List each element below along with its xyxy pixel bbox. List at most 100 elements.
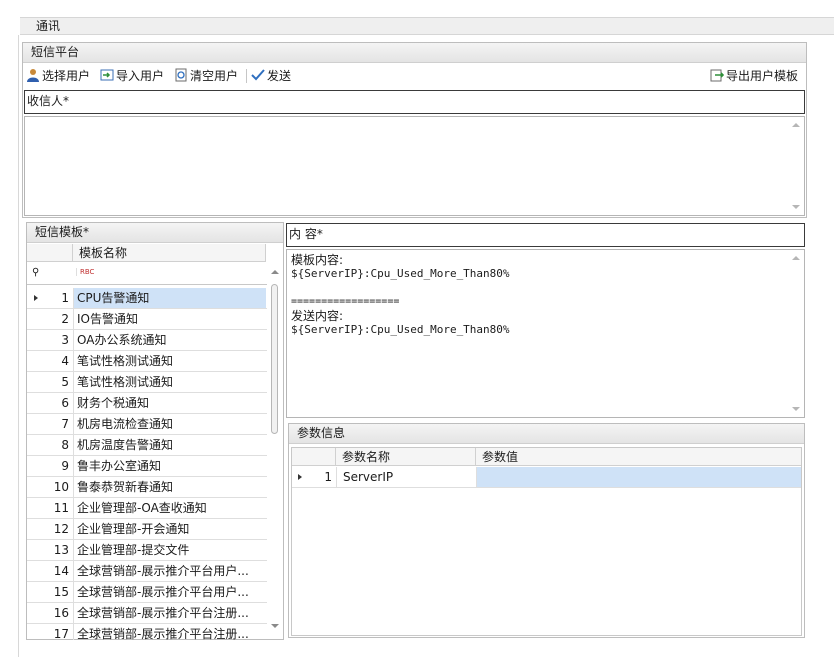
table-row[interactable]: 2 IO告警通知 bbox=[27, 309, 267, 330]
row-number: 3 bbox=[61, 333, 69, 347]
tab-title: 通讯 bbox=[36, 19, 61, 33]
content-divider: ================== bbox=[291, 296, 400, 307]
content-label-box: 内 容* bbox=[286, 223, 805, 247]
export-template-button[interactable]: 导出用户模板 bbox=[710, 64, 798, 88]
table-row[interactable]: 17 全球营销部-展示推介平台注册... bbox=[27, 624, 267, 640]
clear-users-button[interactable]: 清空用户 bbox=[174, 64, 238, 88]
param-value-cell[interactable] bbox=[476, 467, 801, 487]
column-header-param-name[interactable]: 参数名称 bbox=[336, 448, 476, 466]
current-row-arrow-icon bbox=[34, 295, 38, 301]
recipients-label-box: 收信人* bbox=[24, 90, 805, 114]
table-row[interactable]: 8 机房温度告警通知 bbox=[27, 435, 267, 456]
table-row[interactable]: 7 机房电流检查通知 bbox=[27, 414, 267, 435]
row-indicator-icon bbox=[298, 474, 302, 480]
content-label: 内 容* bbox=[289, 227, 323, 241]
table-row[interactable]: 16 全球营销部-展示推介平台注册... bbox=[27, 603, 267, 624]
param-name-header-label: 参数名称 bbox=[342, 450, 391, 464]
import-users-button[interactable]: 导入用户 bbox=[100, 64, 164, 88]
template-name-cell[interactable]: 全球营销部-展示推介平台用户... bbox=[73, 561, 266, 581]
column-header-param-value[interactable]: 参数值 bbox=[476, 448, 801, 466]
scroll-down-icon[interactable] bbox=[271, 624, 279, 628]
templates-scrollbar[interactable] bbox=[267, 263, 283, 637]
scroll-up-icon[interactable] bbox=[792, 123, 800, 127]
column-header-template-name[interactable]: 模板名称 bbox=[73, 244, 266, 262]
template-name-cell[interactable]: 笔试性格测试通知 bbox=[73, 351, 266, 371]
table-row[interactable]: 10 鲁泰恭贺新春通知 bbox=[27, 477, 267, 498]
recipients-input[interactable] bbox=[24, 116, 805, 216]
scroll-up-icon[interactable] bbox=[271, 270, 279, 274]
row-indicator bbox=[27, 372, 51, 392]
template-name-cell[interactable]: 企业管理部-开会通知 bbox=[73, 519, 266, 539]
scroll-thumb[interactable] bbox=[271, 284, 278, 434]
table-row[interactable]: 9 鲁丰办公室通知 bbox=[27, 456, 267, 477]
scroll-up-icon[interactable] bbox=[792, 256, 800, 260]
row-indicator bbox=[27, 330, 51, 350]
row-number: 8 bbox=[61, 438, 69, 452]
row-number: 10 bbox=[53, 480, 69, 494]
row-number: 9 bbox=[61, 459, 69, 473]
send-button[interactable]: 发送 bbox=[251, 64, 291, 88]
template-name-cell[interactable]: 笔试性格测试通知 bbox=[73, 372, 266, 392]
grid-corner bbox=[27, 244, 73, 262]
send-content-label: 发送内容: bbox=[291, 309, 344, 323]
template-name-cell[interactable]: OA办公系统通知 bbox=[73, 330, 266, 350]
row-indicator bbox=[27, 456, 51, 476]
content-scrollbar[interactable] bbox=[789, 251, 803, 416]
scroll-down-icon[interactable] bbox=[792, 205, 800, 209]
row-indicator bbox=[27, 603, 51, 623]
row-indicator bbox=[27, 414, 51, 434]
template-name-cell[interactable]: 全球营销部-展示推介平台用户... bbox=[73, 582, 266, 602]
template-name-cell[interactable]: 全球营销部-展示推介平台注册... bbox=[73, 603, 266, 623]
row-number: 2 bbox=[61, 312, 69, 326]
row-number: 7 bbox=[61, 417, 69, 431]
import-users-label: 导入用户 bbox=[116, 69, 165, 83]
template-name-cell[interactable]: IO告警通知 bbox=[73, 309, 266, 329]
template-name-cell[interactable]: 全球营销部-展示推介平台注册... bbox=[73, 624, 266, 640]
template-name-cell[interactable]: 机房电流检查通知 bbox=[73, 414, 266, 434]
table-row[interactable]: 13 企业管理部-提交文件 bbox=[27, 540, 267, 561]
content-textarea[interactable]: 模板内容: ${ServerIP}:Cpu_Used_More_Than80% … bbox=[286, 249, 805, 418]
table-row[interactable]: 4 笔试性格测试通知 bbox=[27, 351, 267, 372]
template-name-cell[interactable]: 鲁丰办公室通知 bbox=[73, 456, 266, 476]
outer-border bbox=[18, 35, 19, 657]
table-row[interactable]: 6 财务个税通知 bbox=[27, 393, 267, 414]
tab-communication[interactable]: 通讯 bbox=[20, 17, 834, 35]
scroll-down-icon[interactable] bbox=[792, 407, 800, 411]
row-indicator bbox=[27, 561, 51, 581]
filter-row: ⚲ RBC bbox=[27, 263, 267, 285]
template-name-cell[interactable]: CPU告警通知 bbox=[73, 288, 266, 308]
export-template-label: 导出用户模板 bbox=[726, 69, 799, 83]
template-name-cell[interactable]: 财务个税通知 bbox=[73, 393, 266, 413]
select-users-button[interactable]: 选择用户 bbox=[26, 64, 90, 88]
table-row[interactable]: 14 全球营销部-展示推介平台用户... bbox=[27, 561, 267, 582]
table-row[interactable]: 12 企业管理部-开会通知 bbox=[27, 519, 267, 540]
grid-corner bbox=[292, 448, 336, 466]
filter-text-icon[interactable]: RBC bbox=[76, 268, 94, 276]
row-number: 13 bbox=[53, 543, 69, 557]
template-name-cell[interactable]: 机房温度告警通知 bbox=[73, 435, 266, 455]
table-row[interactable]: 1 ServerIP bbox=[292, 467, 801, 488]
row-number: 15 bbox=[53, 585, 69, 599]
row-indicator bbox=[27, 519, 51, 539]
template-name-cell[interactable]: 企业管理部-提交文件 bbox=[73, 540, 266, 560]
row-number: 6 bbox=[61, 396, 69, 410]
clear-icon bbox=[175, 68, 187, 82]
table-row[interactable]: 15 全球营销部-展示推介平台用户... bbox=[27, 582, 267, 603]
params-grid: 参数名称 参数值 1 ServerIP bbox=[291, 447, 802, 636]
table-row[interactable]: 1 CPU告警通知 bbox=[27, 288, 267, 309]
template-name-cell[interactable]: 鲁泰恭贺新春通知 bbox=[73, 477, 266, 497]
row-number: 11 bbox=[53, 501, 69, 515]
recipients-scrollbar[interactable] bbox=[789, 118, 803, 214]
template-name-cell[interactable]: 企业管理部-OA查收通知 bbox=[73, 498, 266, 518]
table-row[interactable]: 3 OA办公系统通知 bbox=[27, 330, 267, 351]
send-label: 发送 bbox=[267, 69, 292, 83]
row-indicator bbox=[27, 582, 51, 602]
user-icon bbox=[27, 69, 39, 82]
table-row[interactable]: 5 笔试性格测试通知 bbox=[27, 372, 267, 393]
table-row[interactable]: 11 企业管理部-OA查收通知 bbox=[27, 498, 267, 519]
row-indicator bbox=[27, 540, 51, 560]
recipients-label: 收信人* bbox=[27, 94, 70, 108]
param-name-cell[interactable]: ServerIP bbox=[336, 467, 476, 487]
sms-platform-header: 短信平台 bbox=[23, 43, 806, 63]
